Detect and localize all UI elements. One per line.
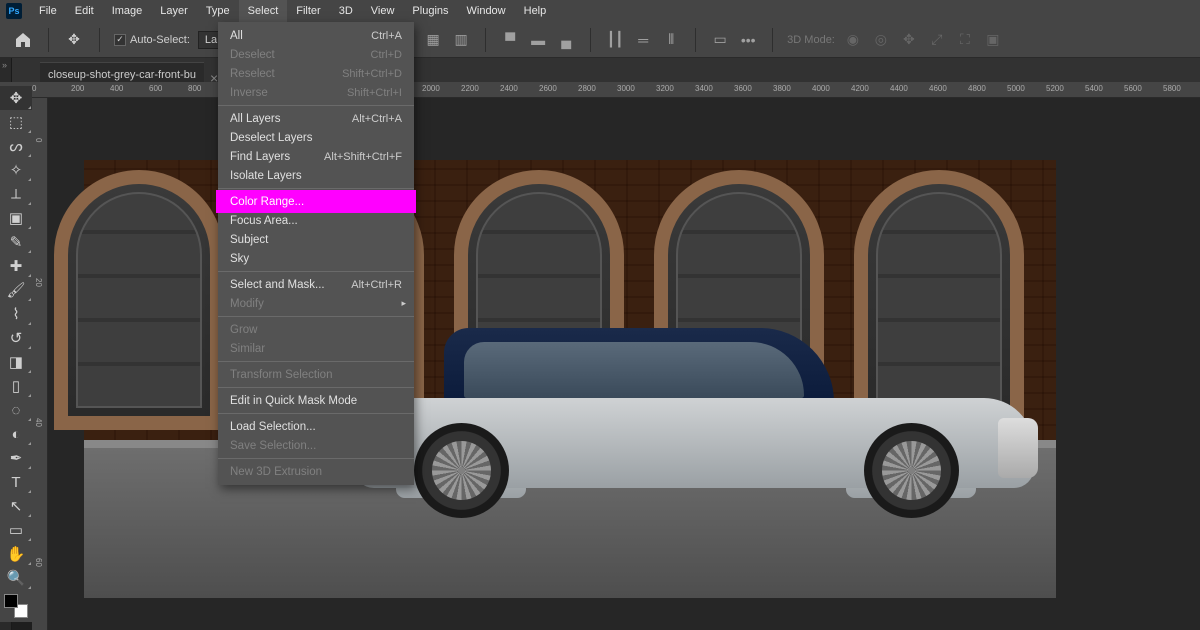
menu-item-deselect-layers[interactable]: Deselect Layers [218, 128, 414, 147]
tool-type[interactable]: T [0, 470, 32, 494]
tool-hand[interactable]: ✋ [0, 542, 32, 566]
distribute-h-icon[interactable]: ┃┃ [605, 30, 625, 50]
app-logo[interactable]: Ps [6, 3, 22, 19]
menu-item-reselect: ReselectShift+Ctrl+D [218, 64, 414, 83]
menu-item-edit-in-quick-mask-mode[interactable]: Edit in Quick Mask Mode [218, 391, 414, 410]
menubar: Ps FileEditImageLayerTypeSelectFilter3DV… [0, 0, 1200, 22]
home-icon[interactable] [12, 29, 34, 51]
tool-path[interactable]: ↖ [0, 494, 32, 518]
tool-gradient[interactable]: ▯ [0, 374, 32, 398]
3d-orbit-icon: ◉ [843, 30, 863, 50]
menu-item-find-layers[interactable]: Find LayersAlt+Shift+Ctrl+F [218, 147, 414, 166]
menu-item-modify: Modify [218, 294, 414, 313]
menu-plugins[interactable]: Plugins [403, 0, 457, 22]
menu-item-subject[interactable]: Subject [218, 230, 414, 249]
tool-stamp[interactable]: ⌇ [0, 302, 32, 326]
menu-view[interactable]: View [362, 0, 404, 22]
tool-shape[interactable]: ▭ [0, 518, 32, 542]
tool-eyedrop[interactable]: ✎ [0, 230, 32, 254]
toolbar: ✥⬚ᔕ✧⟂▣✎✚🖌⌇↺◨▯◌◐✒T↖▭✋🔍 [0, 82, 32, 622]
menu-file[interactable]: File [30, 0, 66, 22]
distribute-icon[interactable]: ⫴ [661, 30, 681, 50]
menu-item-sky[interactable]: Sky [218, 249, 414, 268]
menu-item-select-and-mask[interactable]: Select and Mask...Alt+Ctrl+R [218, 275, 414, 294]
menu-filter[interactable]: Filter [287, 0, 329, 22]
3d-slide-icon: ⤢ [927, 30, 947, 50]
tool-history[interactable]: ↺ [0, 326, 32, 350]
align-center-icon[interactable]: ▦ [423, 30, 443, 50]
menu-item-color-range[interactable]: Color Range... [218, 192, 414, 211]
ruler-vertical[interactable]: 0204060 [32, 98, 48, 630]
align-right-icon[interactable]: ▥ [451, 30, 471, 50]
tool-move[interactable]: ✥ [0, 86, 32, 110]
menu-item-grow: Grow [218, 320, 414, 339]
menu-type[interactable]: Type [197, 0, 239, 22]
menu-item-similar: Similar [218, 339, 414, 358]
3d-roll-icon: ◎ [871, 30, 891, 50]
tool-marquee[interactable]: ⬚ [0, 110, 32, 134]
tool-lasso[interactable]: ᔕ [0, 134, 32, 158]
tool-blur[interactable]: ◌ [0, 398, 32, 422]
menu-item-deselect: DeselectCtrl+D [218, 45, 414, 64]
tool-dodge[interactable]: ◐ [0, 422, 32, 446]
tool-heal[interactable]: ✚ [0, 254, 32, 278]
menu-item-focus-area[interactable]: Focus Area... [218, 211, 414, 230]
menu-item-transform-selection: Transform Selection [218, 365, 414, 384]
menu-3d[interactable]: 3D [330, 0, 362, 22]
options-bar: ✥ ✓Auto-Select: La ▤ ▦ ▥ ▀ ▬ ▄ ┃┃ ═ ⫴ ▭ … [0, 22, 1200, 58]
tool-zoom[interactable]: 🔍 [0, 566, 32, 590]
tool-pen[interactable]: ✒ [0, 446, 32, 470]
tool-crop[interactable]: ⟂ [0, 182, 32, 206]
more-icon[interactable]: ••• [738, 30, 758, 50]
align-to-icon[interactable]: ▭ [710, 30, 730, 50]
tool-eraser[interactable]: ◨ [0, 350, 32, 374]
menu-layer[interactable]: Layer [151, 0, 197, 22]
menu-item-all-layers[interactable]: All LayersAlt+Ctrl+A [218, 109, 414, 128]
align-top-icon[interactable]: ▀ [500, 30, 520, 50]
color-swatches[interactable] [4, 594, 28, 618]
auto-select-checkbox[interactable]: ✓Auto-Select: [114, 34, 190, 46]
menu-item-save-selection: Save Selection... [218, 436, 414, 455]
3d-mode-label: 3D Mode: [787, 34, 835, 46]
tool-brush[interactable]: 🖌 [0, 278, 32, 302]
menu-edit[interactable]: Edit [66, 0, 103, 22]
tool-wand[interactable]: ✧ [0, 158, 32, 182]
align-bottom-icon[interactable]: ▄ [556, 30, 576, 50]
align-middle-icon[interactable]: ▬ [528, 30, 548, 50]
distribute-v-icon[interactable]: ═ [633, 30, 653, 50]
menu-select[interactable]: Select [239, 0, 288, 22]
menu-item-isolate-layers[interactable]: Isolate Layers [218, 166, 414, 185]
select-menu-dropdown: AllCtrl+ADeselectCtrl+DReselectShift+Ctr… [218, 22, 414, 485]
menu-help[interactable]: Help [515, 0, 556, 22]
menu-item-load-selection[interactable]: Load Selection... [218, 417, 414, 436]
menu-window[interactable]: Window [458, 0, 515, 22]
3d-pan-icon: ✥ [899, 30, 919, 50]
menu-item-all[interactable]: AllCtrl+A [218, 26, 414, 45]
3d-scale-icon: ⛶ [955, 30, 975, 50]
tool-frame[interactable]: ▣ [0, 206, 32, 230]
move-tool-icon[interactable]: ✥ [63, 29, 85, 51]
menu-item-new-3d-extrusion: New 3D Extrusion [218, 462, 414, 481]
ruler-horizontal[interactable]: 0200400600800100012001400160018002000220… [32, 82, 1200, 98]
menu-item-inverse: InverseShift+Ctrl+I [218, 83, 414, 102]
menu-image[interactable]: Image [103, 0, 152, 22]
3d-camera-icon: ▣ [983, 30, 1003, 50]
